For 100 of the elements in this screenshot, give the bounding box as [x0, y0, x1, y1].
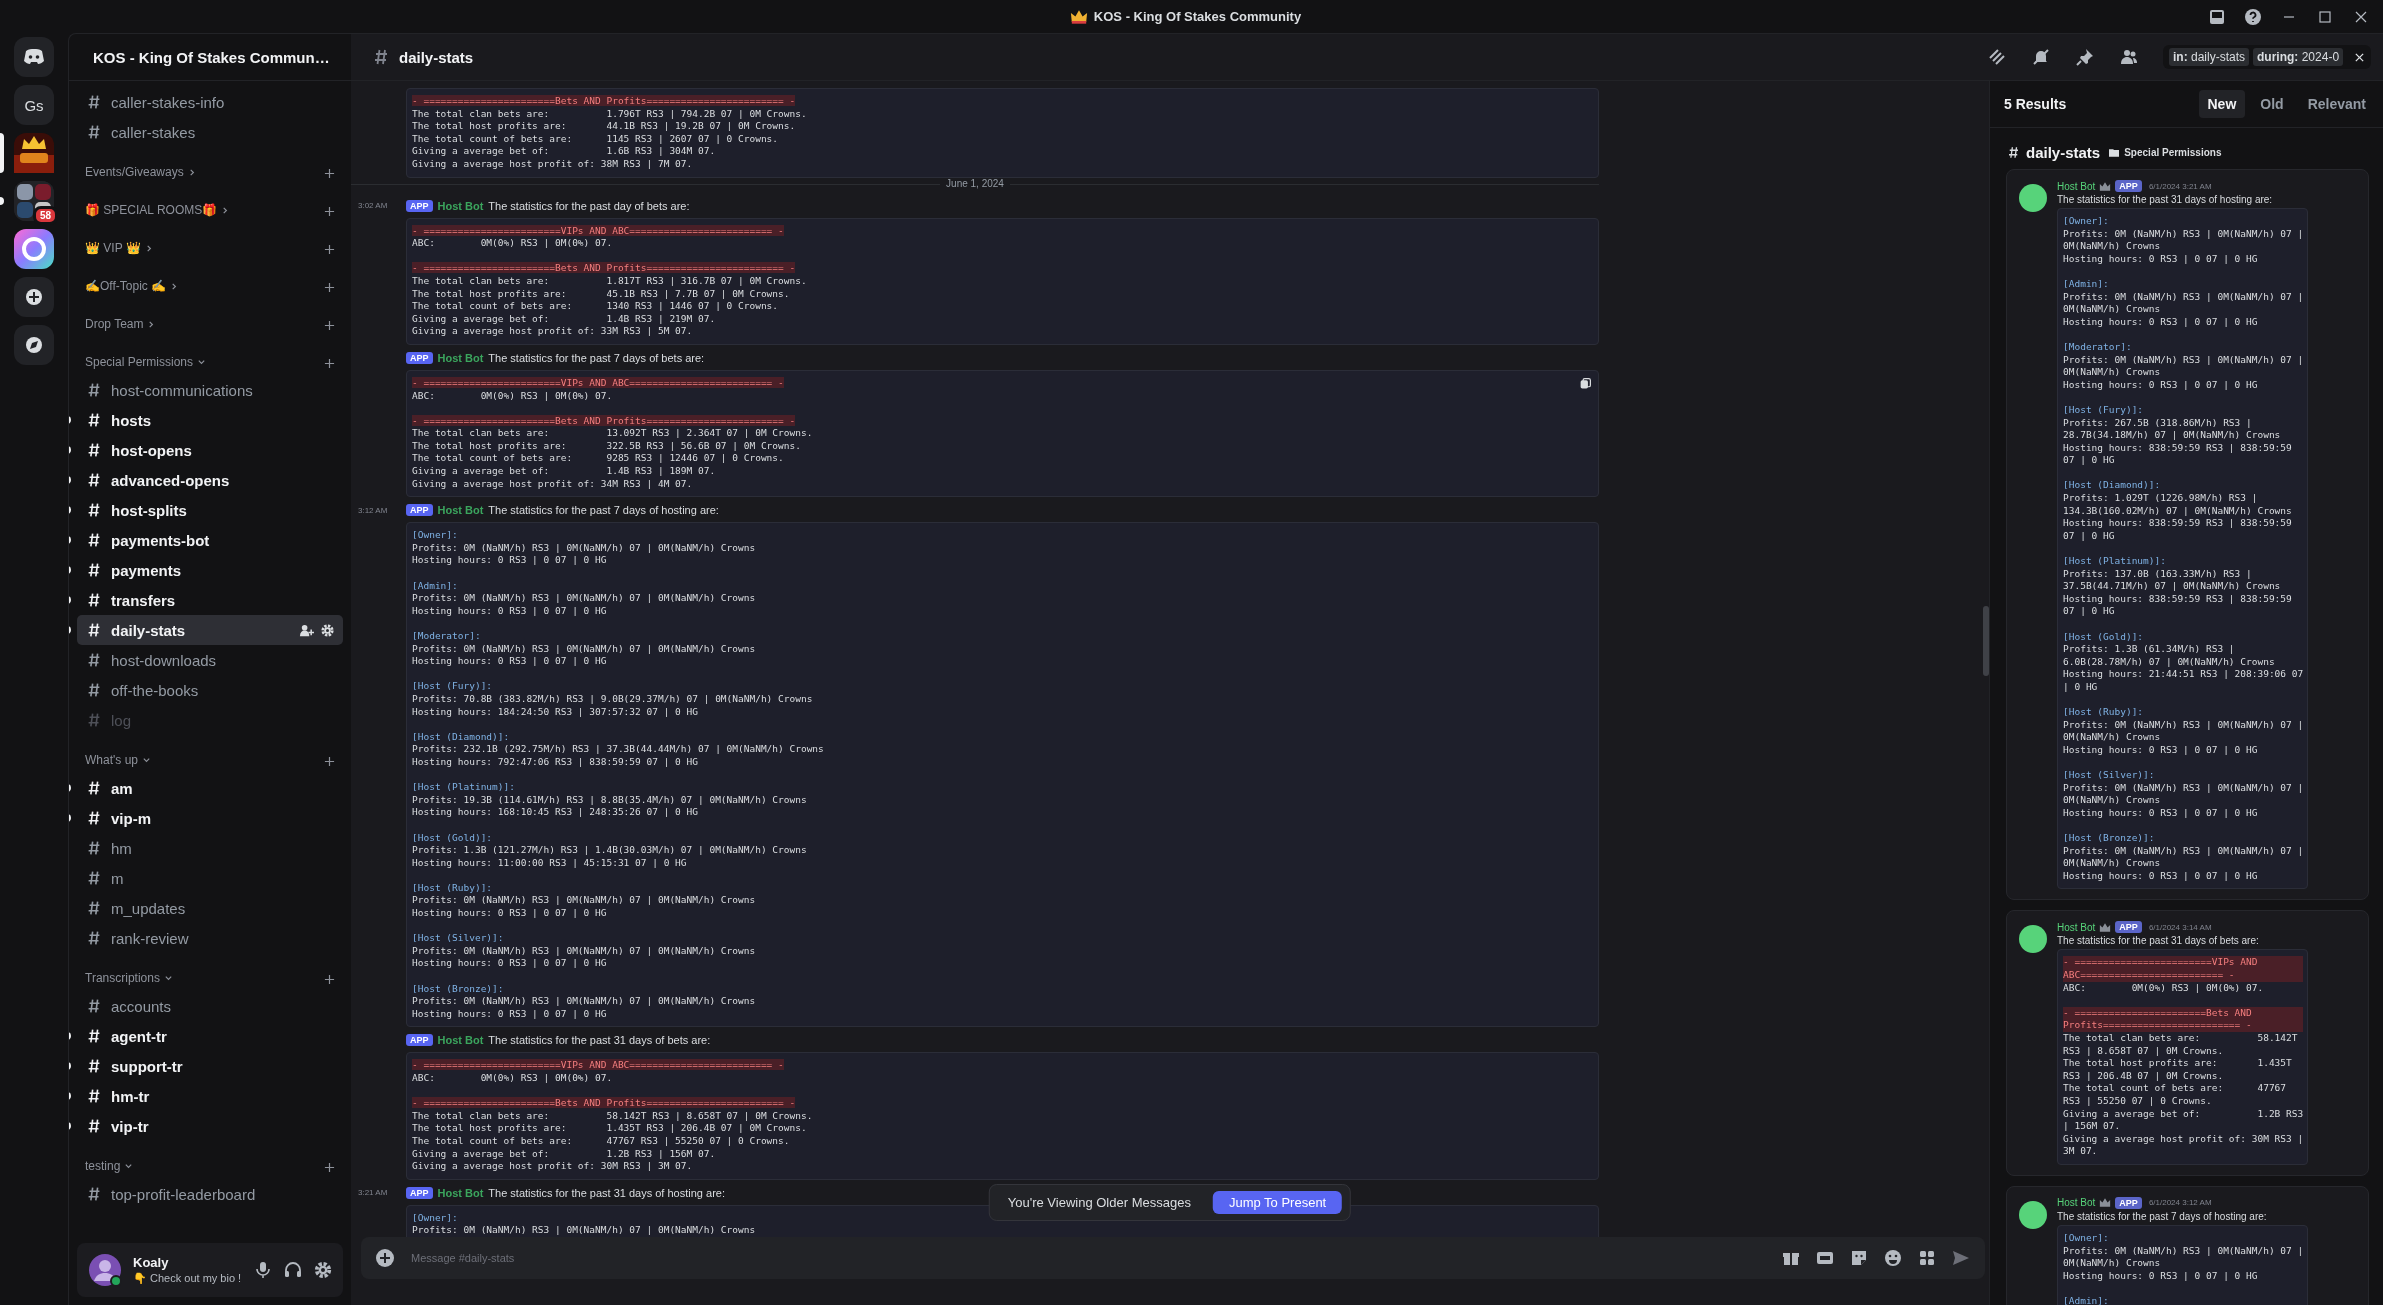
- author-name[interactable]: Host Bot: [437, 351, 484, 364]
- emoji-icon[interactable]: [1883, 1248, 1903, 1268]
- channel-item[interactable]: vip-tr: [77, 1111, 343, 1141]
- chevron-icon[interactable]: [187, 168, 197, 177]
- timestamp: 3:12 AM: [358, 505, 388, 515]
- channel-item[interactable]: vip-m: [77, 803, 343, 833]
- channel-item[interactable]: agent-tr: [77, 1021, 343, 1051]
- chevron-icon[interactable]: [144, 244, 154, 253]
- chevron-icon[interactable]: [142, 756, 151, 765]
- add-channel-icon[interactable]: [324, 168, 335, 179]
- channel-item[interactable]: m_updates: [77, 893, 343, 923]
- sort-tab[interactable]: Old: [2251, 90, 2293, 118]
- channel-item[interactable]: payments-bot: [77, 525, 343, 555]
- code-line: Giving a average host profit of: 38M RS3 | 7M 07.: [412, 157, 693, 169]
- code-line: Giving a average bet of: 1.6B RS3 | 304M 07.: [412, 145, 716, 157]
- channel-item[interactable]: m: [77, 863, 343, 893]
- members-icon[interactable]: [2119, 47, 2139, 67]
- custom-status: 👇 Check out my bio !: [133, 1272, 243, 1285]
- sort-tab[interactable]: New: [2198, 90, 2246, 118]
- add-channel-icon[interactable]: [324, 244, 335, 255]
- headphones-icon[interactable]: [283, 1260, 303, 1280]
- search-result[interactable]: Host Bot APP 6/1/2024 3:12 AM The statistics for the past 7 days of hosting are: [Owner]: Profits: 0M (NaNM/h) RS3 | 0M(NaNM/h) 07 | 0M(NaNM/h) Crowns Hosting hours: 0 RS3 | 0 07 | 0 HG [Admin]:: [2006, 1185, 2369, 1305]
- channel-item[interactable]: accounts: [77, 991, 343, 1021]
- channel-name[interactable]: daily-stats: [2026, 144, 2101, 161]
- code-line: Hosting hours: 838:59:59 RS3 | 838:59:59 07 | 0 HG: [2063, 592, 2293, 617]
- channel-item[interactable]: host-communications: [77, 375, 343, 405]
- app-tag: APP: [406, 351, 433, 364]
- channel-item[interactable]: host-downloads: [77, 645, 343, 675]
- timestamp: 3:21 AM: [358, 1188, 388, 1198]
- category-header[interactable]: 🎁 SPECIAL ROOMS🎁: [85, 203, 218, 217]
- channel-item[interactable]: support-tr: [77, 1051, 343, 1081]
- help-icon[interactable]: [2243, 6, 2263, 27]
- author-name[interactable]: Host Bot: [2057, 180, 2096, 192]
- search-filter[interactable]: in: daily-stats: [2169, 48, 2250, 66]
- microphone-icon[interactable]: [253, 1260, 273, 1280]
- category-header[interactable]: testing: [85, 1159, 121, 1173]
- add-attachment-icon[interactable]: [375, 1248, 395, 1268]
- channel-item[interactable]: hm-tr: [77, 1081, 343, 1111]
- channel-item[interactable]: host-opens: [77, 435, 343, 465]
- channel-item[interactable]: host-splits: [77, 495, 343, 525]
- channel-item[interactable]: rank-review: [77, 923, 343, 953]
- channel-item[interactable]: hosts: [77, 405, 343, 435]
- channel-item[interactable]: am: [77, 773, 343, 803]
- channel-item[interactable]: transfers: [77, 585, 343, 615]
- author-name[interactable]: Host Bot: [437, 1034, 484, 1047]
- message-field[interactable]: Message #daily-stats: [361, 1237, 1985, 1279]
- add-member-icon[interactable]: [299, 622, 314, 638]
- add-channel-icon[interactable]: [324, 974, 335, 985]
- author-name[interactable]: Host Bot: [437, 199, 484, 212]
- add-channel-icon[interactable]: [324, 756, 335, 767]
- category-header[interactable]: What's up: [85, 753, 138, 767]
- search-filter[interactable]: during: 2024-0: [2253, 48, 2344, 66]
- channel-item[interactable]: caller-stakes-info: [77, 87, 343, 117]
- pin-icon[interactable]: [2075, 47, 2095, 67]
- search-result[interactable]: [2006, 910, 2369, 1176]
- add-channel-icon[interactable]: [324, 282, 335, 293]
- add-channel-icon[interactable]: [324, 358, 335, 369]
- search-field[interactable]: in: daily-stats during: 2024-0: [2163, 45, 2371, 69]
- category-header[interactable]: Special Permissions: [85, 355, 194, 369]
- code-line: Hosting hours: 11:00:00 RS3 | 45:15:31 07 | 0 HG: [412, 856, 687, 868]
- code-line: The total clan bets are: 1.796T RS3 | 794.2B 07 | 0M Crowns.: [412, 107, 807, 119]
- category-header[interactable]: ✍Off-Topic ✍: [85, 279, 167, 293]
- category-header[interactable]: 👑 VIP 👑: [85, 241, 141, 255]
- chevron-icon[interactable]: [197, 358, 207, 367]
- author-name[interactable]: Host Bot: [2057, 1197, 2096, 1209]
- settings-icon[interactable]: [313, 1260, 333, 1280]
- channel-item[interactable]: top-profit-leaderboard: [77, 1179, 343, 1209]
- clear-icon[interactable]: [2354, 51, 2365, 63]
- apps-icon[interactable]: [1917, 1248, 1937, 1268]
- author-name[interactable]: Host Bot: [437, 504, 484, 517]
- settings-icon[interactable]: [320, 622, 335, 638]
- category-header[interactable]: Transcriptions: [85, 971, 160, 985]
- channel-item[interactable]: payments: [77, 555, 343, 585]
- author-name[interactable]: Host Bot: [2057, 921, 2096, 933]
- code-line: The total clan bets are: 13.092T RS3 | 2.364T 07 | 0M Crowns.: [412, 427, 813, 439]
- sort-tab[interactable]: Relevant: [2298, 90, 2375, 118]
- sticker-icon[interactable]: [1849, 1248, 1869, 1268]
- add-channel-icon[interactable]: [324, 1162, 335, 1173]
- channel-item[interactable]: advanced-opens: [77, 465, 343, 495]
- channel-item[interactable]: caller-stakes: [77, 117, 343, 147]
- code-line: The total count of bets are: 47767 RS3 | 55250 07 | 0 Crowns.: [412, 1134, 790, 1146]
- search-result[interactable]: [2006, 169, 2369, 901]
- scrollbar-thumb[interactable]: [1983, 606, 1989, 676]
- add-channel-icon[interactable]: [324, 320, 335, 331]
- category-header[interactable]: Events/Giveaways: [85, 165, 184, 179]
- copy-icon[interactable]: [1579, 376, 1592, 390]
- code-line: Giving a average bet of: 1.2B RS3 | 156M 07.: [412, 1147, 716, 1159]
- chevron-icon[interactable]: [124, 1162, 134, 1171]
- mute-bell-icon[interactable]: [2031, 47, 2051, 67]
- jump-to-present-button[interactable]: Jump To Present: [1212, 1191, 1343, 1214]
- channel-item[interactable]: off-the-books: [77, 675, 343, 705]
- send-icon[interactable]: [1951, 1248, 1971, 1268]
- code-line: [Host (Gold)]:: [412, 831, 493, 843]
- message-input[interactable]: Message #daily-stats: [409, 1251, 1767, 1265]
- add-channel-icon[interactable]: [324, 206, 335, 217]
- chevron-icon[interactable]: [163, 974, 173, 983]
- channel-item[interactable]: hm: [77, 833, 343, 863]
- author-name[interactable]: Host Bot: [437, 1186, 484, 1199]
- avatar-icon[interactable]: [87, 1252, 123, 1288]
- category-header[interactable]: Drop Team: [85, 317, 144, 331]
